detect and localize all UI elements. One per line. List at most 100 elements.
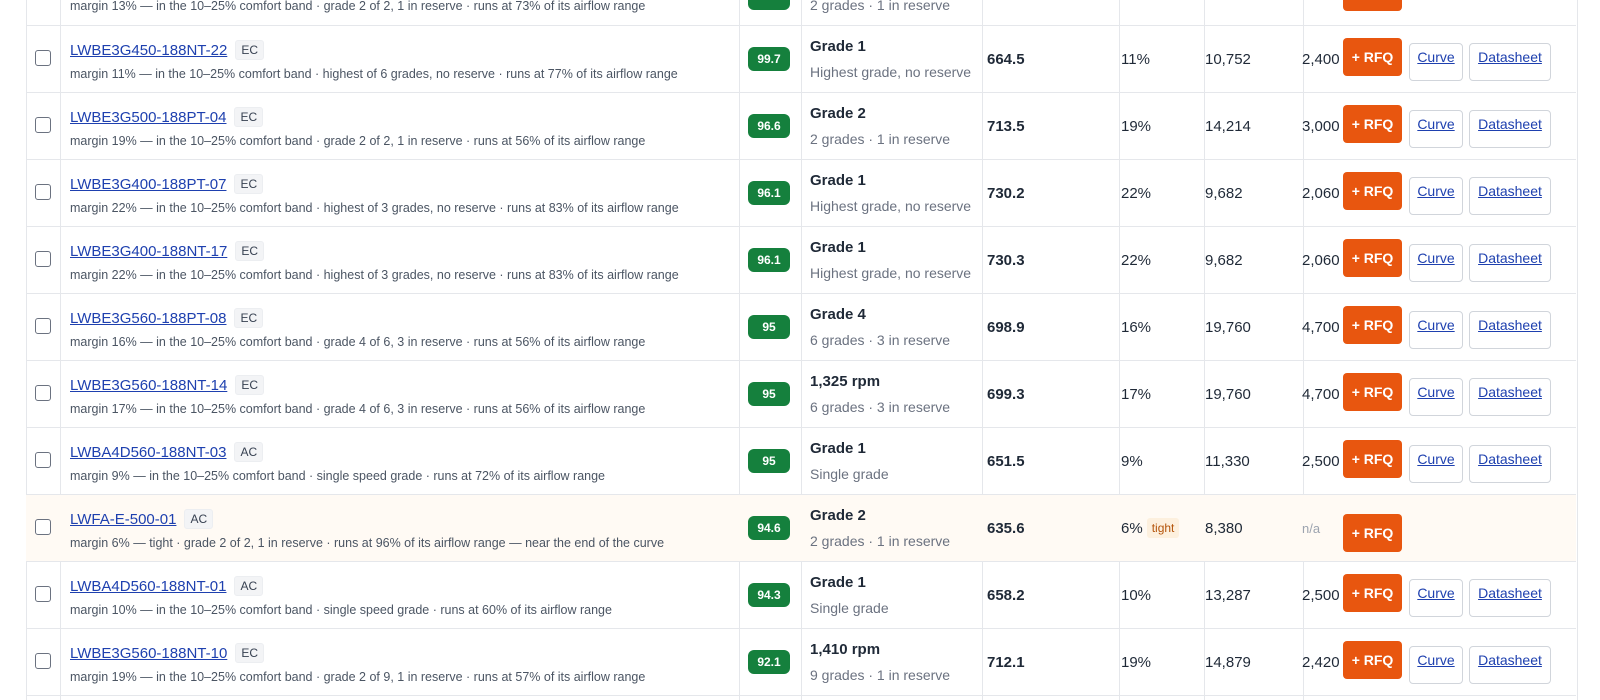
score-badge: 96.6 (748, 114, 790, 138)
model-name[interactable]: LWFA-E-500-01 (70, 511, 176, 528)
model-link[interactable]: LWFA-E-500-01 AC (70, 509, 214, 529)
airflow-value: 14,879 (1205, 654, 1251, 671)
grade-title: 1,325 rpm (810, 373, 881, 390)
curve-button[interactable]: Curve (1409, 579, 1463, 617)
model-link[interactable]: LWBE3G560-188NT-14 EC (70, 375, 264, 395)
curve-button[interactable]: Curve (1409, 378, 1463, 416)
pressure-value: 699.3 (987, 386, 1025, 403)
curve-button[interactable]: Curve (1409, 311, 1463, 349)
score-badge: 94.3 (748, 583, 790, 607)
score-badge: 92.1 (748, 650, 790, 674)
datasheet-button[interactable]: Datasheet (1469, 579, 1551, 617)
rfq-button[interactable]: + RFQ (1343, 574, 1402, 612)
rfq-button[interactable]: + RFQ (1343, 440, 1402, 478)
margin-note: margin 6% — tight · grade 2 of 2, 1 in r… (70, 536, 665, 550)
margin-percent-value: 17% (1121, 386, 1152, 403)
rfq-button[interactable]: + RFQ (1343, 105, 1402, 143)
row-checkbox[interactable] (35, 519, 51, 535)
model-name[interactable]: LWBA4D560-188NT-01 (70, 578, 226, 595)
model-link[interactable]: LWBA4D560-188NT-01 AC (70, 576, 264, 596)
score-badge: 99.7 (748, 47, 790, 71)
grade-subtext: Highest grade, no reserve (810, 64, 972, 80)
power-value: 2,500 (1302, 587, 1340, 604)
model-link[interactable]: LWBE3G500-188PT-04 EC (70, 107, 264, 127)
curve-button[interactable]: Curve (1409, 43, 1463, 81)
grade-title: Grade 1 (810, 574, 866, 591)
grade-subtext: 9 grades · 1 in reserve (810, 667, 951, 683)
airflow-value: 9,682 (1205, 252, 1243, 269)
model-link[interactable]: LWBA4D560-188NT-03 AC (70, 442, 264, 462)
pressure-value: 658.2 (987, 587, 1025, 604)
rfq-button[interactable]: + RFQ (1343, 306, 1402, 344)
model-link[interactable]: LWBE3G450-188NT-22 EC (70, 40, 264, 60)
pressure-value: 730.2 (987, 185, 1025, 202)
margin-percent-value: 16% (1121, 319, 1152, 336)
margin-percent: 19% (1121, 93, 1151, 160)
datasheet-button[interactable]: Datasheet (1469, 445, 1551, 483)
rfq-button[interactable]: + RFQ (1343, 373, 1402, 411)
grade-subtext: Single grade (810, 466, 889, 482)
model-name[interactable]: LWBE3G400-188NT-17 (70, 243, 227, 260)
rfq-button[interactable]: + RFQ (1343, 38, 1402, 76)
grade-title: 1,410 rpm (810, 641, 881, 658)
grade-title: Grade 1 (810, 38, 866, 55)
datasheet-button[interactable]: Datasheet (1469, 177, 1551, 215)
motor-type-tag: EC (235, 643, 264, 663)
pressure-value: 712.1 (987, 654, 1025, 671)
grade-subtext: 2 grades · 1 in reserve (810, 0, 951, 13)
motor-type-tag: EC (235, 241, 264, 261)
row-checkbox[interactable] (35, 184, 51, 200)
power-value: 2,060 (1302, 252, 1340, 269)
datasheet-button[interactable]: Datasheet (1469, 646, 1551, 684)
margin-percent: 19% (1121, 629, 1151, 696)
rfq-button[interactable]: + RFQ (1343, 239, 1402, 277)
margin-percent: 10% (1121, 562, 1151, 629)
row-checkbox[interactable] (35, 251, 51, 267)
model-link[interactable]: LWBE3G400-188NT-17 EC (70, 241, 264, 261)
datasheet-button[interactable]: Datasheet (1469, 43, 1551, 81)
table-row: LWFA-E-500-01 AC margin 6% — tight · grade… (26, 495, 1576, 562)
datasheet-button[interactable]: Datasheet (1469, 378, 1551, 416)
datasheet-button[interactable]: Datasheet (1469, 110, 1551, 148)
curve-button[interactable]: Curve (1409, 177, 1463, 215)
model-name[interactable]: LWBE3G560-188PT-08 (70, 310, 226, 327)
row-checkbox[interactable] (35, 50, 51, 66)
grade-subtext: 6 grades · 3 in reserve (810, 332, 951, 348)
model-name[interactable]: LWBE3G560-188NT-14 (70, 377, 227, 394)
row-checkbox[interactable] (35, 452, 51, 468)
margin-percent-value: 22% (1121, 185, 1152, 202)
datasheet-button[interactable]: Datasheet (1469, 311, 1551, 349)
row-checkbox[interactable] (35, 318, 51, 334)
model-name[interactable]: LWBE3G560-188NT-10 (70, 645, 227, 662)
curve-button[interactable]: Curve (1409, 646, 1463, 684)
model-link[interactable]: LWBE3G560-188PT-08 EC (70, 308, 264, 328)
airflow-value: 14,214 (1205, 118, 1251, 135)
curve-button[interactable]: Curve (1409, 445, 1463, 483)
rfq-button[interactable] (1343, 0, 1402, 11)
model-link[interactable]: LWBE3G400-188PT-07 EC (70, 174, 264, 194)
row-checkbox[interactable] (35, 117, 51, 133)
rfq-button[interactable]: + RFQ (1343, 641, 1402, 679)
score-badge: 95 (748, 315, 790, 339)
pressure-value: 664.5 (987, 51, 1025, 68)
model-name[interactable]: LWBE3G500-188PT-04 (70, 109, 226, 126)
table-row: LWBA4D560-188NT-03 AC margin 9% — in the 1… (26, 428, 1576, 495)
model-name[interactable]: LWBE3G400-188PT-07 (70, 176, 226, 193)
rfq-button[interactable]: + RFQ (1343, 172, 1402, 210)
row-checkbox[interactable] (35, 385, 51, 401)
margin-note: margin 17% — in the 10–25% comfort band … (70, 402, 646, 416)
margin-note: margin 9% — in the 10–25% comfort band ·… (70, 469, 606, 483)
motor-type-tag: EC (234, 174, 264, 194)
row-checkbox[interactable] (35, 653, 51, 669)
model-name[interactable]: LWBE3G450-188NT-22 (70, 42, 227, 59)
motor-type-tag: EC (235, 40, 264, 60)
row-checkbox[interactable] (35, 586, 51, 602)
model-name[interactable]: LWBA4D560-188NT-03 (70, 444, 226, 461)
airflow-value: 13,287 (1205, 587, 1251, 604)
model-link[interactable]: LWBE3G560-188NT-10 EC (70, 643, 264, 663)
curve-button[interactable]: Curve (1409, 110, 1463, 148)
curve-button[interactable]: Curve (1409, 244, 1463, 282)
datasheet-button[interactable]: Datasheet (1469, 244, 1551, 282)
rfq-button[interactable]: + RFQ (1343, 514, 1402, 552)
margin-note: margin 22% — in the 10–25% comfort band … (70, 201, 679, 215)
